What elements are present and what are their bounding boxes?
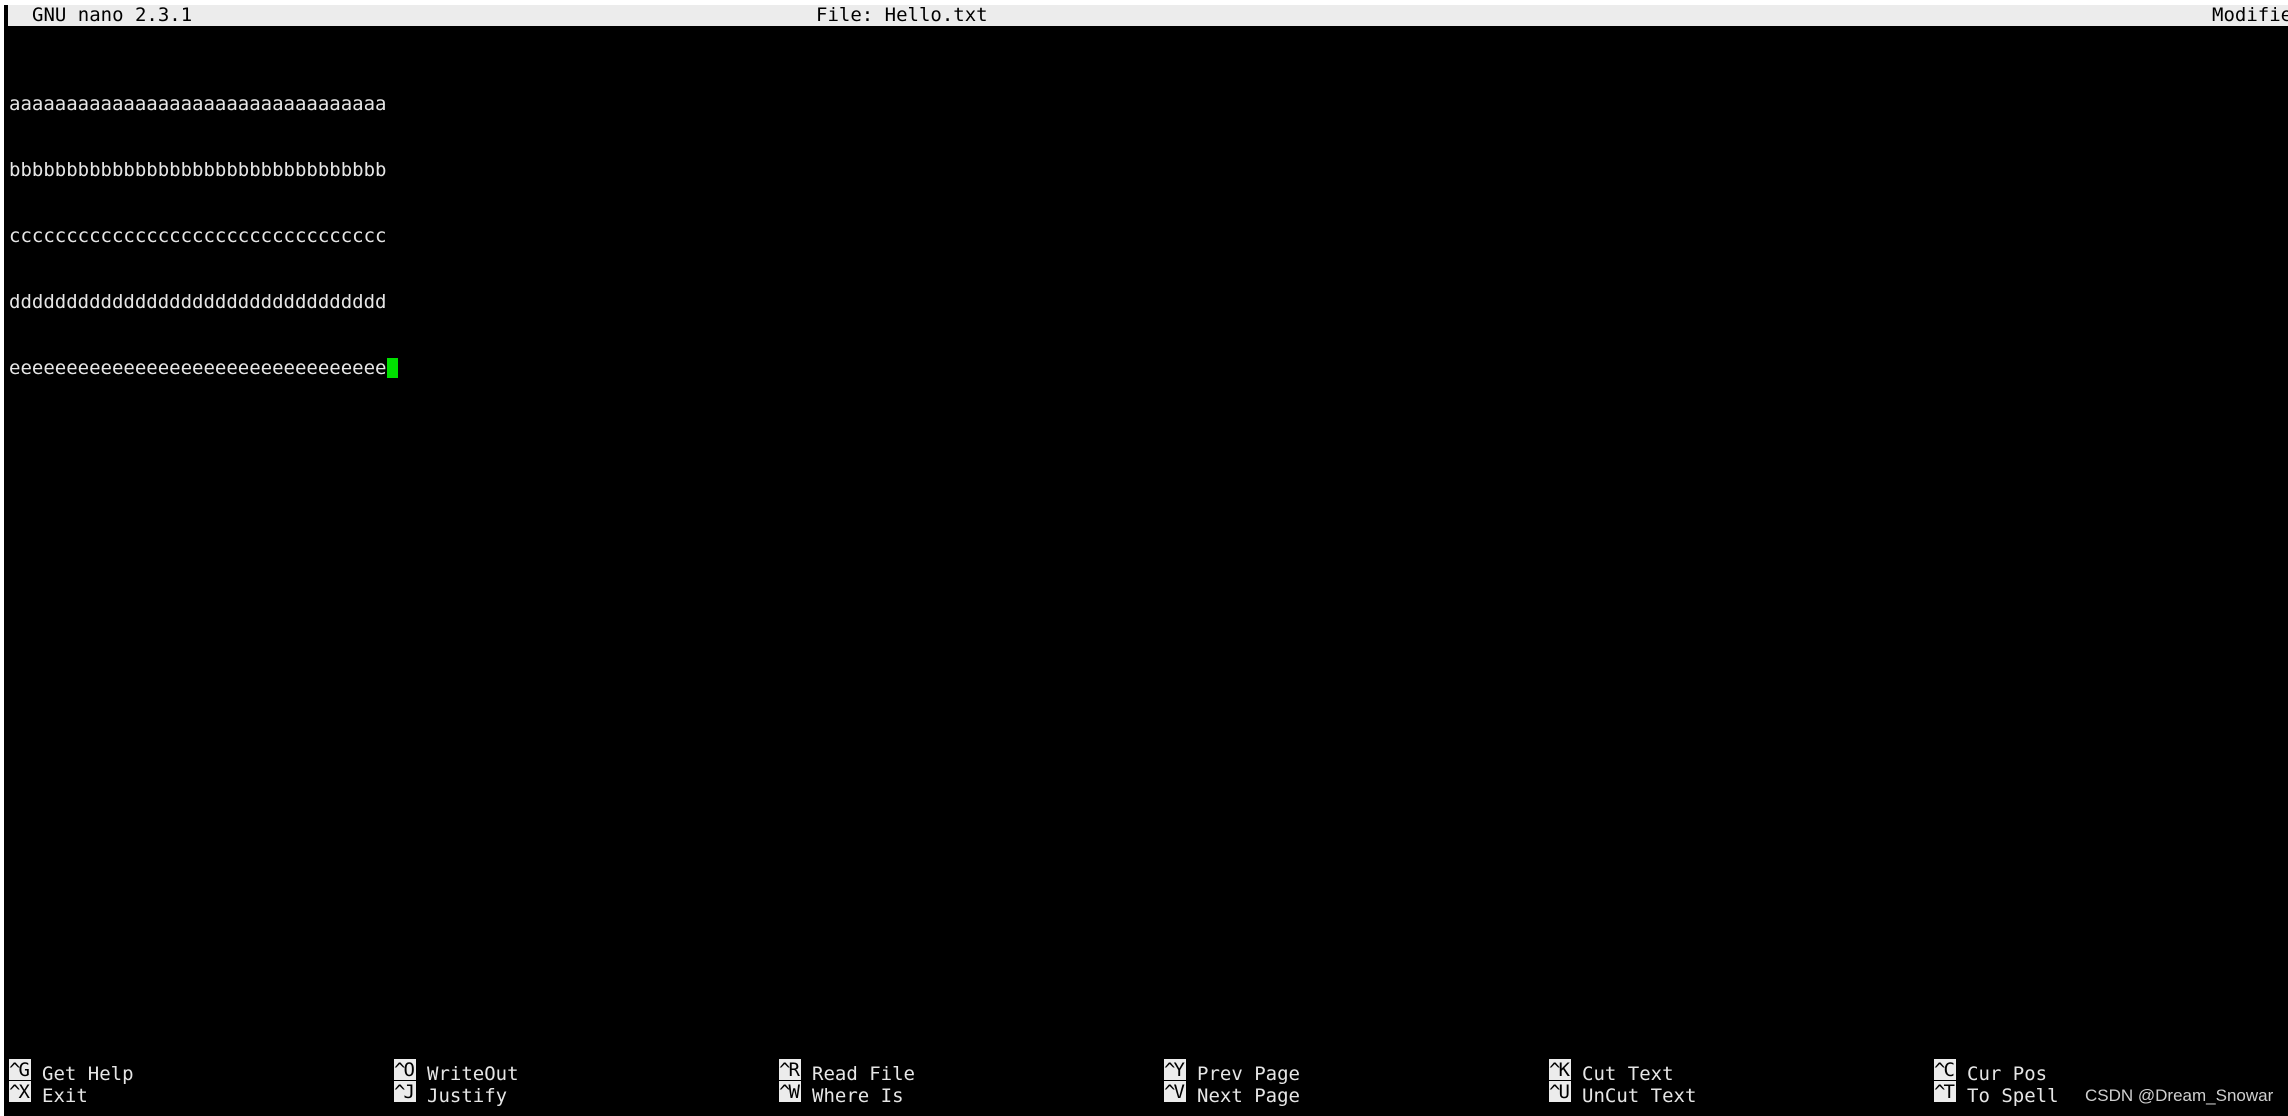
text-line[interactable]: ddddddddddddddddddddddddddddddddd [9,291,398,313]
shortcut-label: Where Is [812,1085,904,1107]
shortcut-where-is[interactable]: ^W Where Is [779,1081,904,1107]
shortcut-label: Exit [42,1085,88,1107]
shortcut-next-page[interactable]: ^V Next Page [1164,1081,1300,1107]
text-line[interactable]: aaaaaaaaaaaaaaaaaaaaaaaaaaaaaaaaa [9,93,398,115]
shortcut-key: ^V [1164,1081,1186,1102]
shortcut-key: ^Y [1164,1059,1186,1080]
shortcut-label: To Spell [1967,1085,2059,1107]
shortcut-writeout[interactable]: ^O WriteOut [394,1059,519,1085]
text-line-content[interactable]: eeeeeeeeeeeeeeeeeeeeeeeeeeeeeeeee [9,357,387,379]
shortcut-exit[interactable]: ^X Exit [9,1081,88,1107]
text-editor-area[interactable]: aaaaaaaaaaaaaaaaaaaaaaaaaaaaaaaaa bbbbbb… [9,49,398,423]
text-cursor [386,358,398,378]
shortcut-bar: ^G Get Help ^O WriteOut ^R Read File ^Y Prev… [9,1059,2279,1107]
shortcut-get-help[interactable]: ^G Get Help [9,1059,134,1085]
shortcut-key: ^T [1934,1081,1956,1102]
shortcut-key: ^K [1549,1059,1571,1080]
shortcut-key: ^G [9,1059,31,1080]
shortcut-label: UnCut Text [1582,1085,1697,1107]
app-version: GNU nano 2.3.1 [32,5,193,26]
shortcut-key: ^X [9,1081,31,1102]
shortcut-prev-page[interactable]: ^Y Prev Page [1164,1059,1300,1085]
shortcut-key: ^U [1549,1081,1571,1102]
shortcut-to-spell[interactable]: ^T To Spell [1934,1081,2059,1107]
shortcut-key: ^R [779,1059,801,1080]
shortcut-key: ^C [1934,1059,1956,1080]
shortcut-cur-pos[interactable]: ^C Cur Pos [1934,1059,2047,1085]
text-line[interactable]: bbbbbbbbbbbbbbbbbbbbbbbbbbbbbbbbb [9,159,398,181]
text-line-current[interactable]: eeeeeeeeeeeeeeeeeeeeeeeeeeeeeeeee [9,357,398,379]
file-name: File: Hello.txt [816,5,988,26]
shortcut-cut-text[interactable]: ^K Cut Text [1549,1059,1674,1085]
shortcut-uncut-text[interactable]: ^U UnCut Text [1549,1081,1696,1107]
watermark-text: CSDN @Dream_Snowar [2085,1086,2274,1105]
shortcut-label: Justify [427,1085,508,1107]
shortcut-label: Next Page [1197,1085,1300,1107]
shortcut-key: ^O [394,1059,416,1080]
nano-title-bar: GNU nano 2.3.1 File: Hello.txt Modified [8,5,2288,26]
shortcut-justify[interactable]: ^J Justify [394,1081,507,1107]
text-line[interactable]: ccccccccccccccccccccccccccccccccc [9,225,398,247]
shortcut-key: ^W [779,1081,801,1102]
terminal-window[interactable]: GNU nano 2.3.1 File: Hello.txt Modified … [4,5,2288,1116]
shortcut-key: ^J [394,1081,416,1102]
shortcut-read-file[interactable]: ^R Read File [779,1059,915,1085]
modified-status: Modified [2212,5,2288,26]
